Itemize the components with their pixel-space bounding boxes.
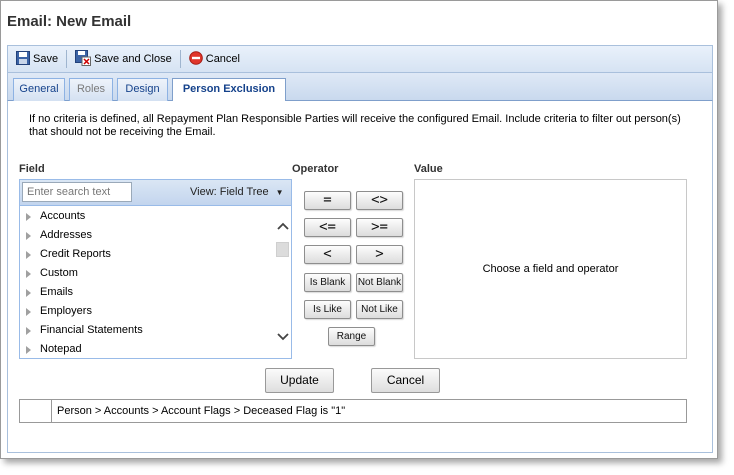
expand-arrow-icon[interactable] <box>26 345 31 354</box>
save-close-icon <box>75 49 92 69</box>
save-and-close-button[interactable]: Save and Close <box>71 48 176 70</box>
email-dialog: Email: New Email Save Save and Close Can… <box>0 0 718 459</box>
expand-arrow-icon[interactable] <box>26 231 31 240</box>
criteria-row-text[interactable]: Person > Accounts > Account Flags > Dece… <box>57 400 345 422</box>
cancel-criteria-button[interactable]: Cancel <box>371 368 440 393</box>
is-like-operator-button[interactable]: Is Like <box>304 300 351 319</box>
expand-arrow-icon[interactable] <box>26 288 31 297</box>
greater-or-equal-operator-button[interactable]: >= <box>356 218 403 237</box>
tree-item-label: Addresses <box>40 229 92 241</box>
greater-than-operator-button[interactable]: > <box>356 245 403 264</box>
tree-item-label: Financial Statements <box>40 324 143 336</box>
expand-arrow-icon[interactable] <box>26 250 31 259</box>
tree-item-accounts[interactable]: Accounts <box>20 207 276 226</box>
criteria-row-selector[interactable] <box>20 400 52 422</box>
view-dropdown[interactable]: View: Field Tree ▼ <box>190 186 284 198</box>
value-placeholder-text: Choose a field and operator <box>482 263 619 275</box>
view-dropdown-label: View: Field Tree <box>190 186 269 198</box>
expand-arrow-icon[interactable] <box>26 212 31 221</box>
scroll-up-icon[interactable] <box>277 222 289 230</box>
save-and-close-label: Save and Close <box>94 53 172 65</box>
tree-item-label: Credit Reports <box>40 248 111 260</box>
info-text: If no criteria is defined, all Repayment… <box>29 113 681 138</box>
save-button[interactable]: Save <box>12 48 62 70</box>
tree-scrollbar[interactable] <box>274 207 291 358</box>
field-tree-panel: View: Field Tree ▼ Accounts Addresses Cre… <box>19 179 292 359</box>
tab-person-exclusion[interactable]: Person Exclusion <box>172 78 286 102</box>
less-than-operator-button[interactable]: < <box>304 245 351 264</box>
tree-item-financial-statements[interactable]: Financial Statements <box>20 321 276 340</box>
tab-general[interactable]: General <box>13 78 65 101</box>
toolbar: Save Save and Close Cancel <box>7 45 713 73</box>
floppy-disk-icon <box>16 50 30 68</box>
toolbar-separator <box>66 50 68 68</box>
tree-item-emails[interactable]: Emails <box>20 283 276 302</box>
operator-label: Operator <box>292 163 339 175</box>
field-label: Field <box>19 163 45 175</box>
equals-operator-button[interactable]: = <box>304 191 351 210</box>
save-label: Save <box>33 53 59 65</box>
range-operator-button[interactable]: Range <box>328 327 375 346</box>
value-panel: Choose a field and operator <box>414 179 687 359</box>
field-tree-header: View: Field Tree ▼ <box>20 180 291 206</box>
tree-item-label: Accounts <box>40 210 86 222</box>
tree-item-addresses[interactable]: Addresses <box>20 226 276 245</box>
tree-item-notepad[interactable]: Notepad <box>20 340 276 358</box>
not-blank-operator-button[interactable]: Not Blank <box>356 273 403 292</box>
update-button[interactable]: Update <box>265 368 334 393</box>
toolbar-separator <box>179 50 181 68</box>
cancel-label: Cancel <box>205 53 240 65</box>
scrollbar-thumb[interactable] <box>276 242 289 257</box>
expand-arrow-icon[interactable] <box>26 326 31 335</box>
criteria-list: Person > Accounts > Account Flags > Dece… <box>19 399 687 423</box>
not-equal-operator-button[interactable]: <> <box>356 191 403 210</box>
scroll-down-icon[interactable] <box>277 333 289 341</box>
tree-item-label: Emails <box>40 286 74 298</box>
tree-item-employers[interactable]: Employers <box>20 302 276 321</box>
not-like-operator-button[interactable]: Not Like <box>356 300 403 319</box>
tab-design[interactable]: Design <box>117 78 168 101</box>
person-exclusion-panel: If no criteria is defined, all Repayment… <box>7 101 713 453</box>
tree-item-credit-reports[interactable]: Credit Reports <box>20 245 276 264</box>
tree-item-label: Employers <box>40 305 92 317</box>
value-label: Value <box>414 163 443 175</box>
window-title: Email: New Email <box>1 1 717 43</box>
tree-item-label: Notepad <box>40 343 82 355</box>
cancel-toolbar-button[interactable]: Cancel <box>185 48 244 70</box>
is-blank-operator-button[interactable]: Is Blank <box>304 273 351 292</box>
tree-item-label: Custom <box>40 267 78 279</box>
tab-strip: General Roles Design Person Exclusion <box>7 73 713 102</box>
field-tree: Accounts Addresses Credit Reports Custom… <box>20 207 276 358</box>
caret-down-icon: ▼ <box>275 188 284 197</box>
tab-roles[interactable]: Roles <box>69 78 113 101</box>
expand-arrow-icon[interactable] <box>26 269 31 278</box>
search-input[interactable] <box>22 182 132 202</box>
expand-arrow-icon[interactable] <box>26 307 31 316</box>
cancel-circle-icon <box>188 50 203 68</box>
tree-item-custom[interactable]: Custom <box>20 264 276 283</box>
less-or-equal-operator-button[interactable]: <= <box>304 218 351 237</box>
